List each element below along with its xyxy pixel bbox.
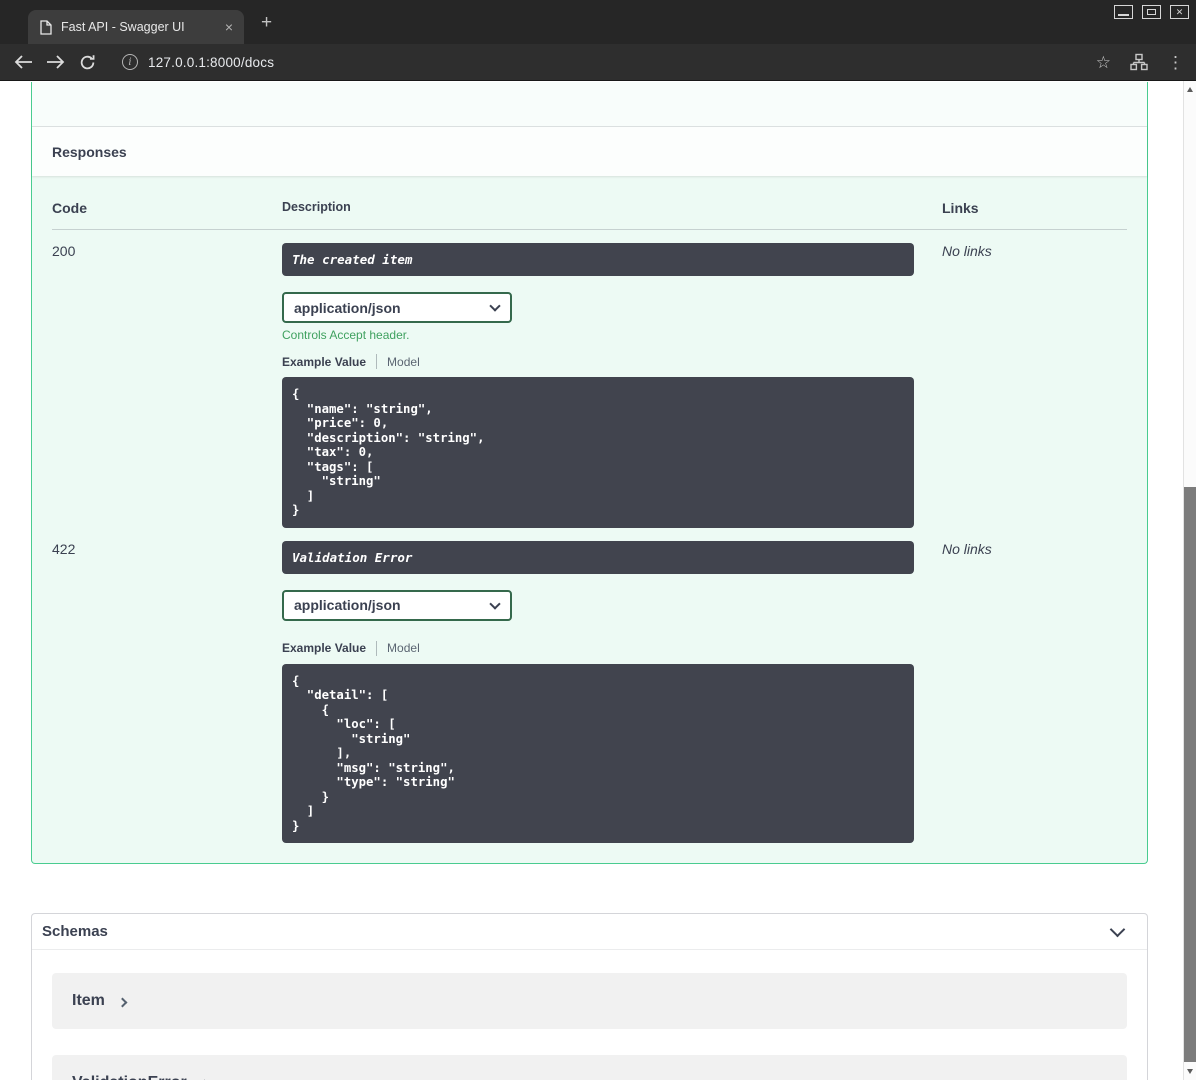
responses-table: Code Description Links 200 The created i…: [32, 176, 1147, 863]
tab-close-icon[interactable]: ×: [222, 19, 236, 35]
browser-menu-icon[interactable]: ⋮: [1167, 54, 1184, 71]
responses-section-header: Responses: [32, 127, 1147, 176]
tab-model[interactable]: Model: [387, 355, 420, 369]
response-links: No links: [942, 243, 992, 259]
sitemap-icon[interactable]: [1130, 53, 1148, 71]
responses-title: Responses: [52, 143, 127, 160]
chevron-down-icon[interactable]: [1109, 921, 1126, 937]
accept-header-note: Controls Accept header.: [282, 328, 410, 342]
scroll-down-button[interactable]: [1184, 1064, 1196, 1079]
swagger-page: Responses Code Description Links 200 The…: [0, 81, 1183, 1080]
forward-button[interactable]: [40, 47, 70, 77]
tab-divider: [376, 354, 378, 369]
toolbar-actions: ☆ ⋮: [1096, 53, 1184, 71]
media-type-select[interactable]: application/json: [282, 292, 512, 323]
example-json-block: { "detail": [ { "loc": [ "string" ], "ms…: [282, 663, 914, 843]
maximize-button[interactable]: [1142, 5, 1161, 19]
links-column-header: Links: [942, 200, 979, 216]
code-column-header: Code: [52, 200, 87, 216]
media-type-select-wrap: application/json: [282, 589, 512, 621]
response-row-200: 200 The created item application/json Co…: [52, 230, 1127, 528]
model-row-validationerror[interactable]: ValidationError: [52, 1055, 1127, 1080]
response-code: 422: [52, 540, 76, 557]
site-info-icon[interactable]: i: [122, 54, 138, 70]
schemas-title: Schemas: [42, 923, 108, 940]
response-links: No links: [942, 540, 992, 557]
media-type-select-wrap: application/json: [282, 292, 512, 323]
response-description: Validation Error: [282, 540, 914, 574]
tab-example-value[interactable]: Example Value: [282, 355, 366, 369]
opblock-body-strip: [32, 82, 1147, 127]
page-scrollbar[interactable]: [1183, 81, 1196, 1080]
chevron-right-icon: [117, 997, 128, 1007]
model-name: ValidationError: [72, 1074, 187, 1080]
reload-button[interactable]: [72, 47, 102, 77]
scroll-up-button[interactable]: [1184, 82, 1196, 97]
description-column-header: Description: [282, 200, 351, 214]
browser-titlebar: Fast API - Swagger UI × + ✕: [0, 0, 1196, 44]
model-name: Item: [72, 992, 105, 1009]
new-tab-button[interactable]: +: [261, 13, 272, 32]
schemas-body: Item ValidationError: [32, 950, 1147, 1080]
responses-opblock: Responses Code Description Links 200 The…: [31, 82, 1148, 864]
response-row-422: 422 Validation Error application/json Ex…: [52, 528, 1127, 843]
response-description: The created item: [282, 243, 914, 276]
example-json-block: { "name": "string", "price": 0, "descrip…: [282, 377, 914, 528]
model-row-item[interactable]: Item: [52, 973, 1127, 1029]
tab-example-value[interactable]: Example Value: [282, 641, 366, 655]
address-bar[interactable]: 127.0.0.1:8000/docs: [148, 55, 274, 70]
schemas-header[interactable]: Schemas: [32, 914, 1147, 950]
schemas-section: Schemas Item ValidationError: [31, 913, 1148, 1080]
example-model-tabs: Example Value Model: [282, 354, 942, 369]
bookmark-star-icon[interactable]: ☆: [1096, 54, 1111, 71]
window-controls: ✕: [1114, 5, 1189, 19]
example-model-tabs: Example Value Model: [282, 640, 942, 656]
minimize-button[interactable]: [1114, 5, 1133, 19]
tab-divider: [376, 640, 378, 656]
responses-table-header: Code Description Links: [52, 176, 1127, 230]
tab-title: Fast API - Swagger UI: [61, 20, 185, 34]
close-window-button[interactable]: ✕: [1170, 5, 1189, 19]
media-type-select[interactable]: application/json: [282, 589, 512, 621]
page-favicon-icon: [39, 19, 52, 35]
back-button[interactable]: [8, 47, 38, 77]
browser-toolbar: i 127.0.0.1:8000/docs ☆ ⋮: [0, 44, 1196, 81]
browser-tab[interactable]: Fast API - Swagger UI ×: [28, 10, 244, 44]
response-code: 200: [52, 243, 76, 259]
scrollbar-thumb[interactable]: [1184, 487, 1196, 1062]
tab-model[interactable]: Model: [387, 641, 420, 655]
